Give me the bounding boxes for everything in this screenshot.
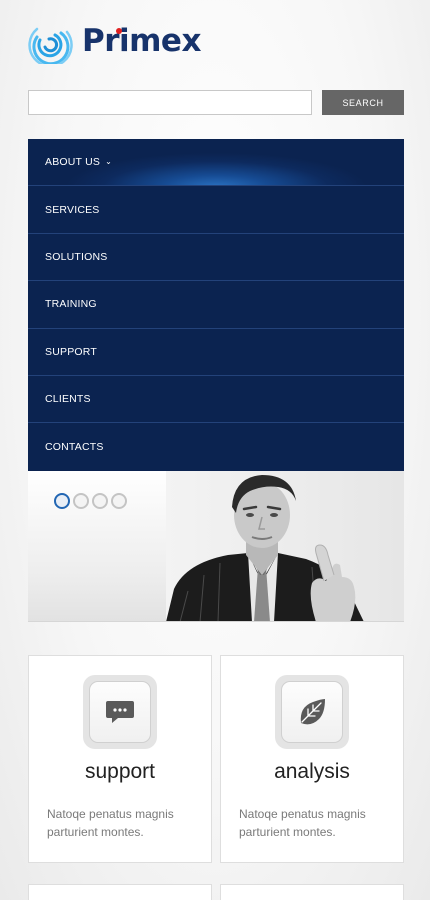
nav-item-label: CLIENTS xyxy=(45,393,91,406)
feature-description: Natoqe penatus magnis parturient montes. xyxy=(47,807,174,839)
feature-title: analysis xyxy=(274,760,350,783)
nav-item-clients[interactable]: CLIENTS xyxy=(28,375,404,424)
feature-card-partial[interactable] xyxy=(220,884,404,900)
brand-name: Primex xyxy=(82,23,201,59)
nav-item-label: TRAINING xyxy=(45,298,97,311)
nav-item-services[interactable]: SERVICES xyxy=(28,186,404,234)
main-nav: ABOUT US ⌄ SERVICES SOLUTIONS TRAINING S… xyxy=(28,139,404,471)
hero-slider xyxy=(28,471,404,622)
businessman-pointing-image xyxy=(166,471,404,621)
nav-item-training[interactable]: TRAINING xyxy=(28,281,404,329)
slider-pagination xyxy=(54,493,127,509)
feature-icon-frame xyxy=(275,675,349,749)
chevron-down-icon: ⌄ xyxy=(105,156,112,166)
nav-item-label: SUPPORT xyxy=(45,345,97,358)
nav-item-label: SOLUTIONS xyxy=(45,250,108,263)
feature-card-analysis[interactable]: analysis Natoqe penatus magnis parturien… xyxy=(220,655,404,863)
feature-icon-frame xyxy=(83,675,157,749)
speech-bubble-icon xyxy=(106,701,134,723)
search-button[interactable]: SEARCH xyxy=(322,90,404,115)
page: Primex SEARCH ABOUT US ⌄ SERVICES SOLUTI… xyxy=(0,0,430,900)
feature-title: support xyxy=(84,760,156,783)
slider-dot-2[interactable] xyxy=(73,493,89,509)
slider-dot-1[interactable] xyxy=(54,493,70,509)
feature-description: Natoqe penatus magnis parturient montes. xyxy=(239,807,366,839)
nav-item-label: SERVICES xyxy=(45,203,100,216)
leaf-icon xyxy=(300,699,325,725)
logo[interactable]: Primex xyxy=(28,18,201,64)
nav-item-solutions[interactable]: SOLUTIONS xyxy=(28,233,404,282)
nav-item-about-us[interactable]: ABOUT US ⌄ xyxy=(28,139,404,187)
logo-dot xyxy=(116,28,122,34)
feature-card-support[interactable]: support Natoqe penatus magnis parturient… xyxy=(28,655,212,863)
search-input[interactable] xyxy=(28,90,312,115)
nav-item-contacts[interactable]: CONTACTS xyxy=(28,423,404,471)
spiral-logo-icon xyxy=(28,27,73,64)
nav-item-label: CONTACTS xyxy=(45,441,104,454)
slider-dot-3[interactable] xyxy=(92,493,108,509)
nav-item-label: ABOUT US xyxy=(45,156,101,169)
slider-dot-4[interactable] xyxy=(111,493,127,509)
nav-item-support[interactable]: SUPPORT xyxy=(28,328,404,376)
feature-card-partial[interactable] xyxy=(28,884,212,900)
